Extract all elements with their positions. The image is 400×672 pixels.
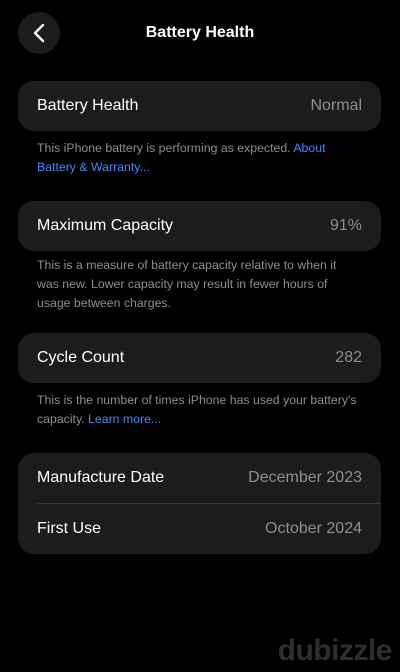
maximum-capacity-row: Maximum Capacity 91%	[18, 201, 381, 251]
cycle-count-row: Cycle Count 282	[18, 333, 381, 383]
battery-health-value: Normal	[310, 97, 362, 114]
maximum-capacity-card: Maximum Capacity 91%	[18, 201, 381, 251]
manufacture-date-row: Manufacture Date December 2023	[18, 453, 381, 503]
first-use-row: First Use October 2024	[18, 504, 381, 554]
battery-health-row: Battery Health Normal	[18, 81, 381, 131]
cycle-count-note-text: This is the number of times iPhone has u…	[37, 393, 357, 426]
navigation-bar: Battery Health	[0, 0, 400, 68]
battery-health-note-text: This iPhone battery is performing as exp…	[37, 141, 291, 155]
maximum-capacity-note-text: This is a measure of battery capacity re…	[37, 258, 337, 310]
cycle-count-value: 282	[335, 349, 362, 366]
manufacture-date-value: December 2023	[248, 469, 362, 486]
learn-more-link[interactable]: Learn more...	[88, 412, 161, 426]
watermark-text: dubizzle	[277, 634, 393, 667]
first-use-label: First Use	[37, 520, 101, 537]
manufacture-date-label: Manufacture Date	[37, 469, 165, 486]
maximum-capacity-value: 91%	[329, 217, 362, 234]
cycle-count-card: Cycle Count 282	[18, 333, 381, 383]
battery-health-label: Battery Health	[37, 97, 139, 114]
battery-health-card: Battery Health Normal	[18, 81, 381, 131]
cycle-count-footnote: This is the number of times iPhone has u…	[37, 391, 357, 429]
dubizzle-watermark: dubizzle	[277, 634, 393, 668]
cycle-count-label: Cycle Count	[37, 349, 125, 366]
maximum-capacity-label: Maximum Capacity	[37, 217, 174, 234]
page-title: Battery Health	[145, 24, 255, 41]
first-use-value: October 2024	[265, 520, 362, 537]
battery-health-footnote: This iPhone battery is performing as exp…	[37, 139, 357, 177]
maximum-capacity-footnote: This is a measure of battery capacity re…	[37, 256, 357, 313]
dates-card: Manufacture Date December 2023 First Use…	[18, 453, 381, 554]
